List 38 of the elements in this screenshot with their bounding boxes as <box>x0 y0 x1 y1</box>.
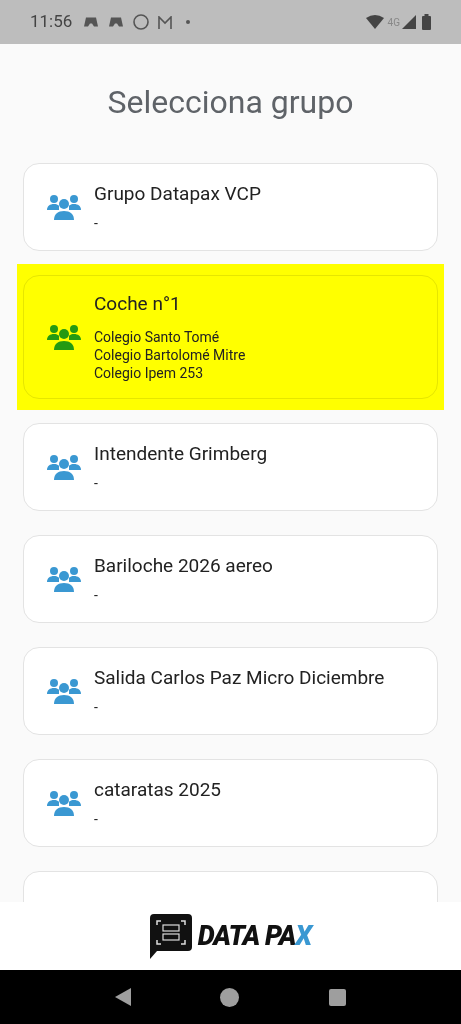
mail-icon <box>158 15 173 29</box>
brand-logo-text: DATA PAX <box>197 918 312 954</box>
group-name: Coche n°1 <box>94 292 182 316</box>
group-card[interactable]: cataratas 2025 - <box>23 759 438 847</box>
group-detail: - <box>94 698 99 716</box>
group-detail: Colegio Ipem 253 <box>94 364 205 382</box>
status-time: 11:56 <box>30 10 73 34</box>
group-card[interactable]: Intendente Grimberg - <box>23 423 438 511</box>
group-icon <box>46 323 82 351</box>
group-detail: - <box>94 586 99 604</box>
group-name: Grupo Datapax VCP <box>94 182 261 206</box>
wifi-icon <box>365 15 384 29</box>
group-detail: Colegio Santo Tomé <box>94 328 221 346</box>
group-icon <box>46 453 82 481</box>
group-icon <box>46 565 82 593</box>
group-card[interactable]: Bariloche 2026 aereo - <box>23 535 438 623</box>
qr-logo-icon <box>149 913 192 959</box>
group-detail: - <box>94 214 99 232</box>
group-card[interactable]: Coche n°1 Colegio Santo Tomé Colegio Bartolomé Mitre Colegio Ipem 253 <box>23 275 438 399</box>
page-title: Selecciona grupo <box>106 82 355 122</box>
group-detail: Colegio Bartolomé Mitre <box>94 346 246 364</box>
group-name: Intendente Grimberg <box>94 442 268 466</box>
group-icon <box>46 193 82 221</box>
group-name: Bariloche 2026 aereo <box>94 554 273 578</box>
group-icon <box>46 789 82 817</box>
group-name: cataratas 2025 <box>94 778 222 802</box>
dot-icon <box>186 20 191 24</box>
group-detail: - <box>94 810 99 828</box>
recents-icon[interactable] <box>329 988 347 1006</box>
group-name: Salida Carlos Paz Micro Diciembre <box>94 666 385 690</box>
signal-icon <box>402 15 416 29</box>
battery-icon <box>422 14 431 30</box>
group-card[interactable]: Grupo Datapax VCP - <box>23 163 438 251</box>
group-card[interactable]: Salida Carlos Paz Micro Diciembre - <box>23 647 438 735</box>
group-icon <box>46 677 82 705</box>
home-icon[interactable] <box>220 987 240 1007</box>
group-detail: - <box>94 474 99 492</box>
back-icon[interactable] <box>114 988 131 1006</box>
